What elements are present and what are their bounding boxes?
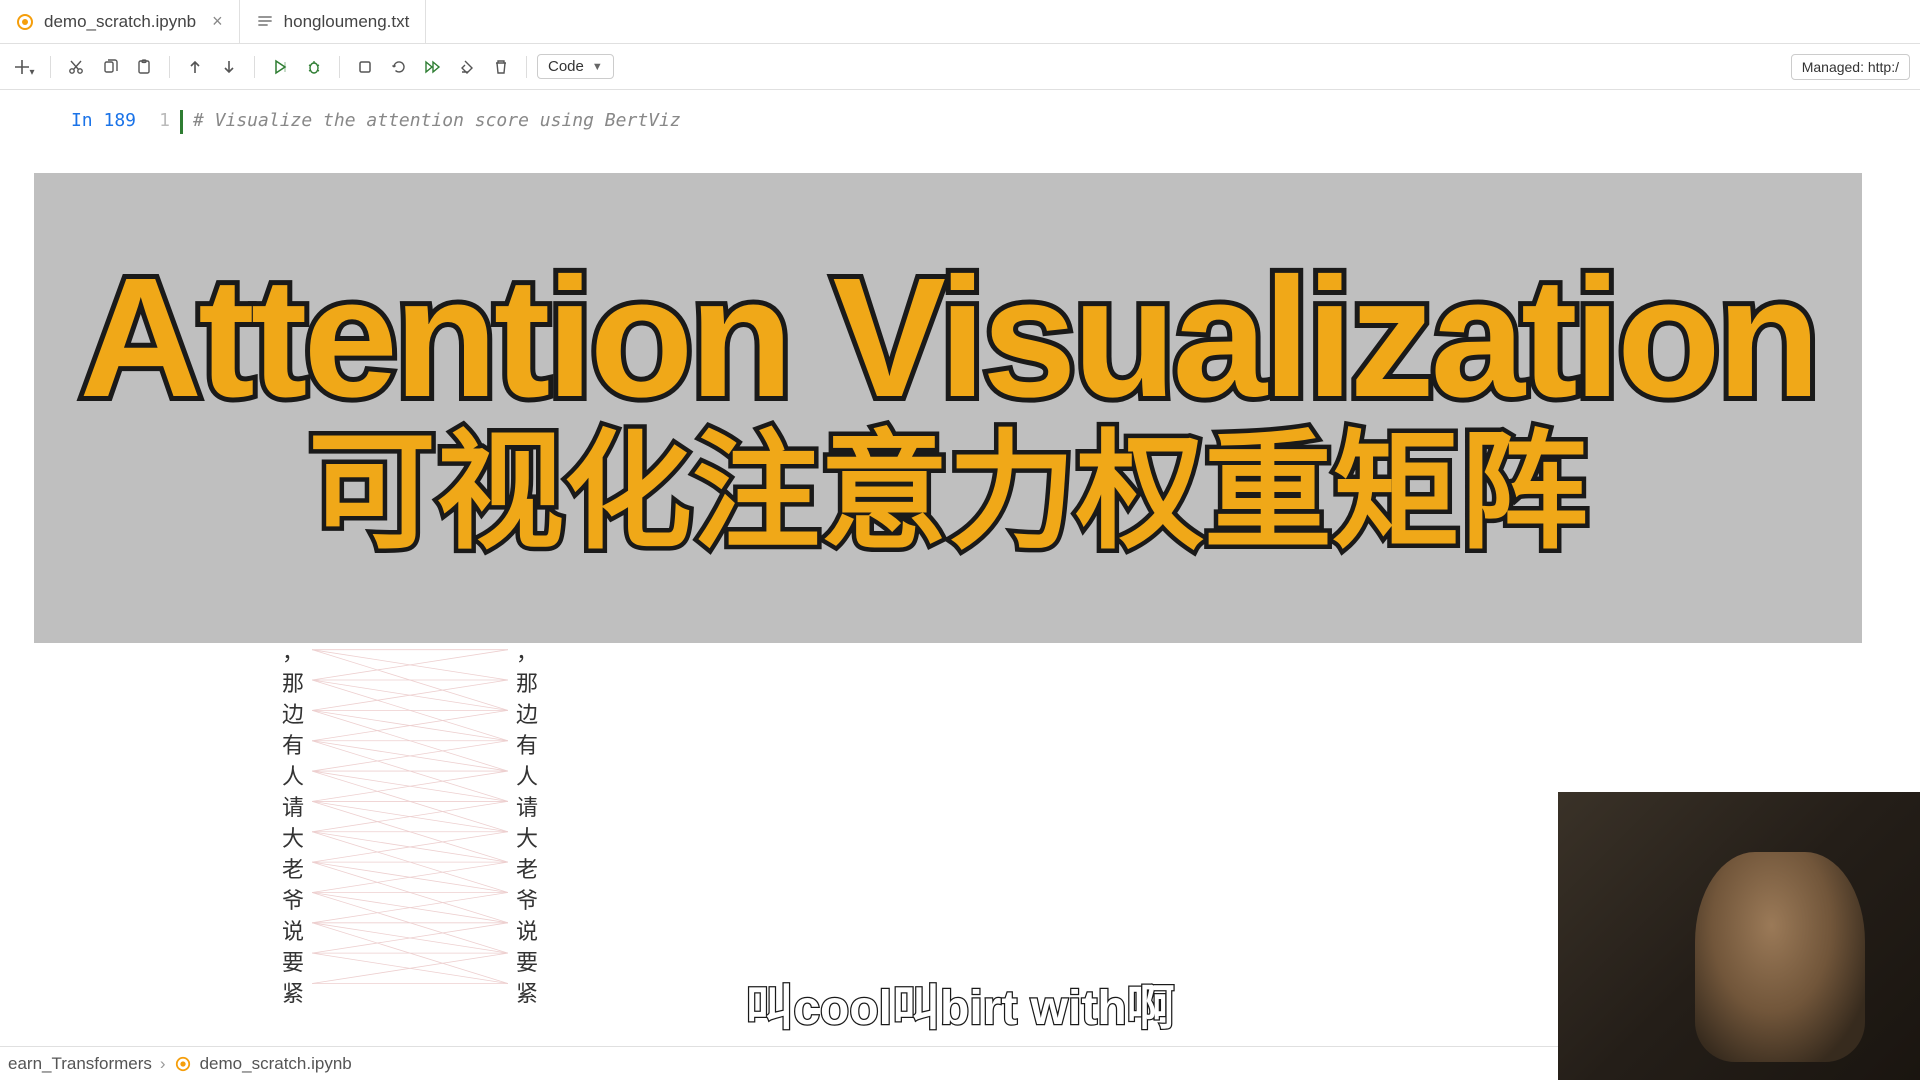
attention-token-right: 人 xyxy=(514,759,540,790)
attention-token-left: 大 xyxy=(280,821,306,852)
attention-visualization: ，，那那边边有有人人请请大大老老爷爷说说要要紧紧 xyxy=(280,635,540,1007)
attention-row: 有有 xyxy=(280,728,540,759)
attention-row: 爷爷 xyxy=(280,883,540,914)
code-cell[interactable]: In 189 1 # Visualize the attention score… xyxy=(0,110,1920,134)
run-button[interactable] xyxy=(265,52,295,82)
attention-token-left: 人 xyxy=(280,759,306,790)
cell-type-dropdown[interactable]: Code ▼ xyxy=(537,54,614,79)
attention-token-left: 紧 xyxy=(280,976,306,1007)
restart-button[interactable] xyxy=(384,52,414,82)
debug-button[interactable] xyxy=(299,52,329,82)
title-banner: Attention Visualization 可视化注意力权重矩阵 xyxy=(34,173,1862,643)
move-down-button[interactable] xyxy=(214,52,244,82)
kernel-status[interactable]: Managed: http:/ xyxy=(1791,54,1910,80)
attention-row: 要要 xyxy=(280,945,540,976)
attention-token-right: 紧 xyxy=(514,976,540,1007)
attention-token-left: 那 xyxy=(280,666,306,697)
attention-token-right: 边 xyxy=(514,697,540,728)
stop-button[interactable] xyxy=(350,52,380,82)
attention-row: 边边 xyxy=(280,697,540,728)
tab-textfile[interactable]: hongloumeng.txt xyxy=(240,0,427,43)
attention-token-right: 说 xyxy=(514,914,540,945)
webcam-overlay xyxy=(1558,792,1920,1080)
attention-token-right: 大 xyxy=(514,821,540,852)
attention-row: 那那 xyxy=(280,666,540,697)
attention-token-right: 老 xyxy=(514,852,540,883)
notebook-icon xyxy=(16,13,34,31)
attention-token-right: 请 xyxy=(514,790,540,821)
delete-cell-button[interactable] xyxy=(486,52,516,82)
tab-label: hongloumeng.txt xyxy=(284,12,410,32)
attention-token-left: 老 xyxy=(280,852,306,883)
attention-row: 紧紧 xyxy=(280,976,540,1007)
copy-button[interactable] xyxy=(95,52,125,82)
toolbar: ▾ Code ▼ Managed: http xyxy=(0,44,1920,90)
video-subtitle: 叫cool叫birt with啊 xyxy=(745,968,1174,1038)
cell-type-label: Code xyxy=(548,58,584,75)
attention-row: 说说 xyxy=(280,914,540,945)
tab-notebook[interactable]: demo_scratch.ipynb × xyxy=(0,0,240,43)
attention-token-left: 请 xyxy=(280,790,306,821)
notebook-area: In 189 1 # Visualize the attention score… xyxy=(0,90,1920,134)
paste-button[interactable] xyxy=(129,52,159,82)
attention-token-right: 要 xyxy=(514,945,540,976)
tab-bar: demo_scratch.ipynb × hongloumeng.txt xyxy=(0,0,1920,44)
close-icon[interactable]: × xyxy=(212,11,223,32)
breadcrumb-file[interactable]: demo_scratch.ipynb xyxy=(200,1054,352,1074)
cell-run-indicator xyxy=(180,110,183,134)
line-number: 1 xyxy=(150,110,180,131)
attention-token-right: 爷 xyxy=(514,883,540,914)
cell-code[interactable]: # Visualize the attention score using Be… xyxy=(193,110,681,131)
attention-token-left: 说 xyxy=(280,914,306,945)
add-cell-button[interactable]: ▾ xyxy=(10,52,40,82)
attention-row: 老老 xyxy=(280,852,540,883)
notebook-icon xyxy=(174,1055,192,1073)
tab-label: demo_scratch.ipynb xyxy=(44,12,196,32)
run-all-button[interactable] xyxy=(418,52,448,82)
cut-button[interactable] xyxy=(61,52,91,82)
attention-row: 大大 xyxy=(280,821,540,852)
attention-row: 人人 xyxy=(280,759,540,790)
attention-token-right: 有 xyxy=(514,728,540,759)
attention-token-left: 要 xyxy=(280,945,306,976)
chevron-down-icon: ▼ xyxy=(592,61,603,73)
banner-title-zh: 可视化注意力权重矩阵 xyxy=(308,423,1588,564)
breadcrumb-folder[interactable]: earn_Transformers xyxy=(8,1054,152,1074)
attention-token-left: 爷 xyxy=(280,883,306,914)
chevron-right-icon: › xyxy=(160,1054,166,1074)
attention-row: 请请 xyxy=(280,790,540,821)
move-up-button[interactable] xyxy=(180,52,210,82)
attention-token-right: 那 xyxy=(514,666,540,697)
clear-output-button[interactable] xyxy=(452,52,482,82)
attention-token-left: 边 xyxy=(280,697,306,728)
banner-title-en: Attention Visualization xyxy=(79,253,1816,423)
cell-prompt: In 189 xyxy=(20,110,150,131)
attention-token-left: 有 xyxy=(280,728,306,759)
text-file-icon xyxy=(256,13,274,31)
